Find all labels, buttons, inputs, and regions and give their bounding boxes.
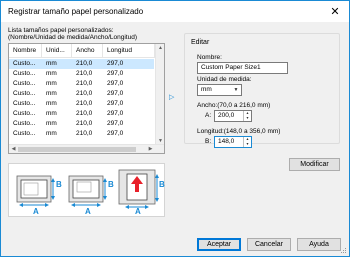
cell-name: Custo... bbox=[13, 110, 36, 117]
diagram-label-b: B bbox=[159, 180, 165, 189]
length-label: Longitud:(148,0 a 356,0 mm) bbox=[197, 128, 281, 135]
paper-orientation-diagrams: B A B A B A bbox=[8, 163, 165, 217]
chevron-down-icon: ▼ bbox=[233, 87, 239, 93]
cell-length: 297,0 bbox=[107, 110, 124, 117]
dialog-content: Lista tamaños papel personalizados: (Nom… bbox=[1, 22, 349, 256]
cell-width: 210,0 bbox=[76, 60, 93, 67]
unit-select-value: mm bbox=[201, 86, 212, 93]
cell-name: Custo... bbox=[13, 90, 36, 97]
cell-name: Custo... bbox=[13, 120, 36, 127]
unit-select[interactable]: mm ▼ bbox=[197, 84, 242, 96]
cell-name: Custo... bbox=[13, 80, 36, 87]
diagram-label-a: A bbox=[33, 207, 39, 216]
cell-unit: mm bbox=[46, 110, 57, 117]
spin-down-icon[interactable]: ▼ bbox=[244, 116, 251, 121]
vertical-scrollbar[interactable]: ▲ ▼ bbox=[155, 44, 164, 145]
cell-unit: mm bbox=[46, 70, 57, 77]
cell-unit: mm bbox=[46, 130, 57, 137]
help-button[interactable]: Ayuda bbox=[297, 238, 341, 251]
cell-length: 297,0 bbox=[107, 130, 124, 137]
list-row[interactable]: Custo... mm 210,0 297,0 bbox=[9, 99, 154, 109]
edit-group-title: Editar bbox=[189, 39, 212, 46]
cancel-button[interactable]: Cancelar bbox=[247, 238, 291, 251]
modify-button[interactable]: Modificar bbox=[289, 158, 340, 171]
length-spinbox[interactable]: 148,0 ▲ ▼ bbox=[214, 136, 252, 148]
column-header-width[interactable]: Ancho bbox=[72, 44, 103, 58]
cell-unit: mm bbox=[46, 90, 57, 97]
cell-name: Custo... bbox=[13, 100, 36, 107]
cell-width: 210,0 bbox=[76, 120, 93, 127]
cell-unit: mm bbox=[46, 60, 57, 67]
spin-down-icon[interactable]: ▼ bbox=[244, 142, 251, 147]
column-header-unit[interactable]: Unid... bbox=[42, 44, 72, 58]
cell-length: 297,0 bbox=[107, 90, 124, 97]
list-row[interactable]: Custo... mm 210,0 297,0 bbox=[9, 129, 154, 139]
unit-label: Unidad de medida: bbox=[197, 76, 252, 83]
scroll-left-icon[interactable]: ◀ bbox=[9, 145, 18, 153]
name-input[interactable]: Custom Paper Size1 bbox=[197, 62, 288, 74]
diagram-label-b: B bbox=[56, 180, 62, 189]
list-row[interactable]: Custo... mm 210,0 297,0 bbox=[9, 79, 154, 89]
list-row[interactable]: Custo... mm 210,0 297,0 bbox=[9, 109, 154, 119]
width-spinner-buttons[interactable]: ▲ ▼ bbox=[243, 111, 251, 121]
cell-name: Custo... bbox=[13, 70, 36, 77]
close-icon: ✕ bbox=[330, 6, 340, 18]
list-row[interactable]: Custo... mm 210,0 297,0 bbox=[9, 59, 154, 69]
diagram-label-b: B bbox=[108, 180, 114, 189]
diagram-label-a: A bbox=[135, 207, 141, 216]
name-label: Nombre: bbox=[197, 54, 222, 61]
resize-grip-icon[interactable] bbox=[340, 247, 347, 254]
cell-width: 210,0 bbox=[76, 90, 93, 97]
cell-width: 210,0 bbox=[76, 130, 93, 137]
list-row[interactable]: Custo... mm 210,0 297,0 bbox=[9, 89, 154, 99]
cell-length: 297,0 bbox=[107, 70, 124, 77]
ok-button[interactable]: Aceptar bbox=[197, 238, 241, 251]
cell-length: 297,0 bbox=[107, 80, 124, 87]
list-row[interactable]: Custo... mm 210,0 297,0 bbox=[9, 119, 154, 129]
horizontal-scrollbar[interactable]: ◀ ▶ bbox=[9, 144, 164, 153]
length-prefix: B: bbox=[205, 138, 212, 145]
paper-list-label: Lista tamaños papel personalizados: (Nom… bbox=[8, 27, 137, 41]
scroll-right-icon[interactable]: ▶ bbox=[146, 145, 155, 153]
paper-size-list[interactable]: Nombre Unid... Ancho Longitud Custo... m… bbox=[8, 43, 165, 154]
dialog-window: Registrar tamaño papel personalizado ✕ L… bbox=[0, 0, 350, 257]
cell-length: 297,0 bbox=[107, 120, 124, 127]
cell-width: 210,0 bbox=[76, 80, 93, 87]
cell-length: 297,0 bbox=[107, 100, 124, 107]
cell-width: 210,0 bbox=[76, 110, 93, 117]
width-spinbox[interactable]: 200,0 ▲ ▼ bbox=[214, 110, 252, 122]
cell-unit: mm bbox=[46, 120, 57, 127]
width-prefix: A: bbox=[205, 112, 212, 119]
cell-width: 210,0 bbox=[76, 70, 93, 77]
list-row[interactable]: Custo... mm 210,0 297,0 bbox=[9, 69, 154, 79]
cell-width: 210,0 bbox=[76, 100, 93, 107]
column-header-name[interactable]: Nombre bbox=[9, 44, 42, 58]
length-value: 148,0 bbox=[218, 138, 235, 145]
column-header-length[interactable]: Longitud bbox=[103, 44, 155, 58]
scroll-up-icon[interactable]: ▲ bbox=[156, 44, 164, 52]
scrollbar-thumb[interactable] bbox=[18, 147, 136, 152]
transfer-arrow-icon: ▷ bbox=[169, 94, 175, 101]
length-spinner-buttons[interactable]: ▲ ▼ bbox=[243, 137, 251, 147]
cell-unit: mm bbox=[46, 80, 57, 87]
list-header: Nombre Unid... Ancho Longitud bbox=[9, 44, 164, 58]
window-title: Registrar tamaño papel personalizado bbox=[8, 7, 144, 16]
cell-name: Custo... bbox=[13, 130, 36, 137]
diagram-label-a: A bbox=[85, 207, 91, 216]
width-value: 200,0 bbox=[218, 112, 235, 119]
cell-unit: mm bbox=[46, 100, 57, 107]
title-bar: Registrar tamaño papel personalizado ✕ bbox=[1, 1, 349, 22]
close-button[interactable]: ✕ bbox=[321, 1, 349, 22]
cell-length: 297,0 bbox=[107, 60, 124, 67]
cell-name: Custo... bbox=[13, 60, 36, 67]
width-label: Ancho:(70,0 a 216,0 mm) bbox=[197, 102, 271, 109]
